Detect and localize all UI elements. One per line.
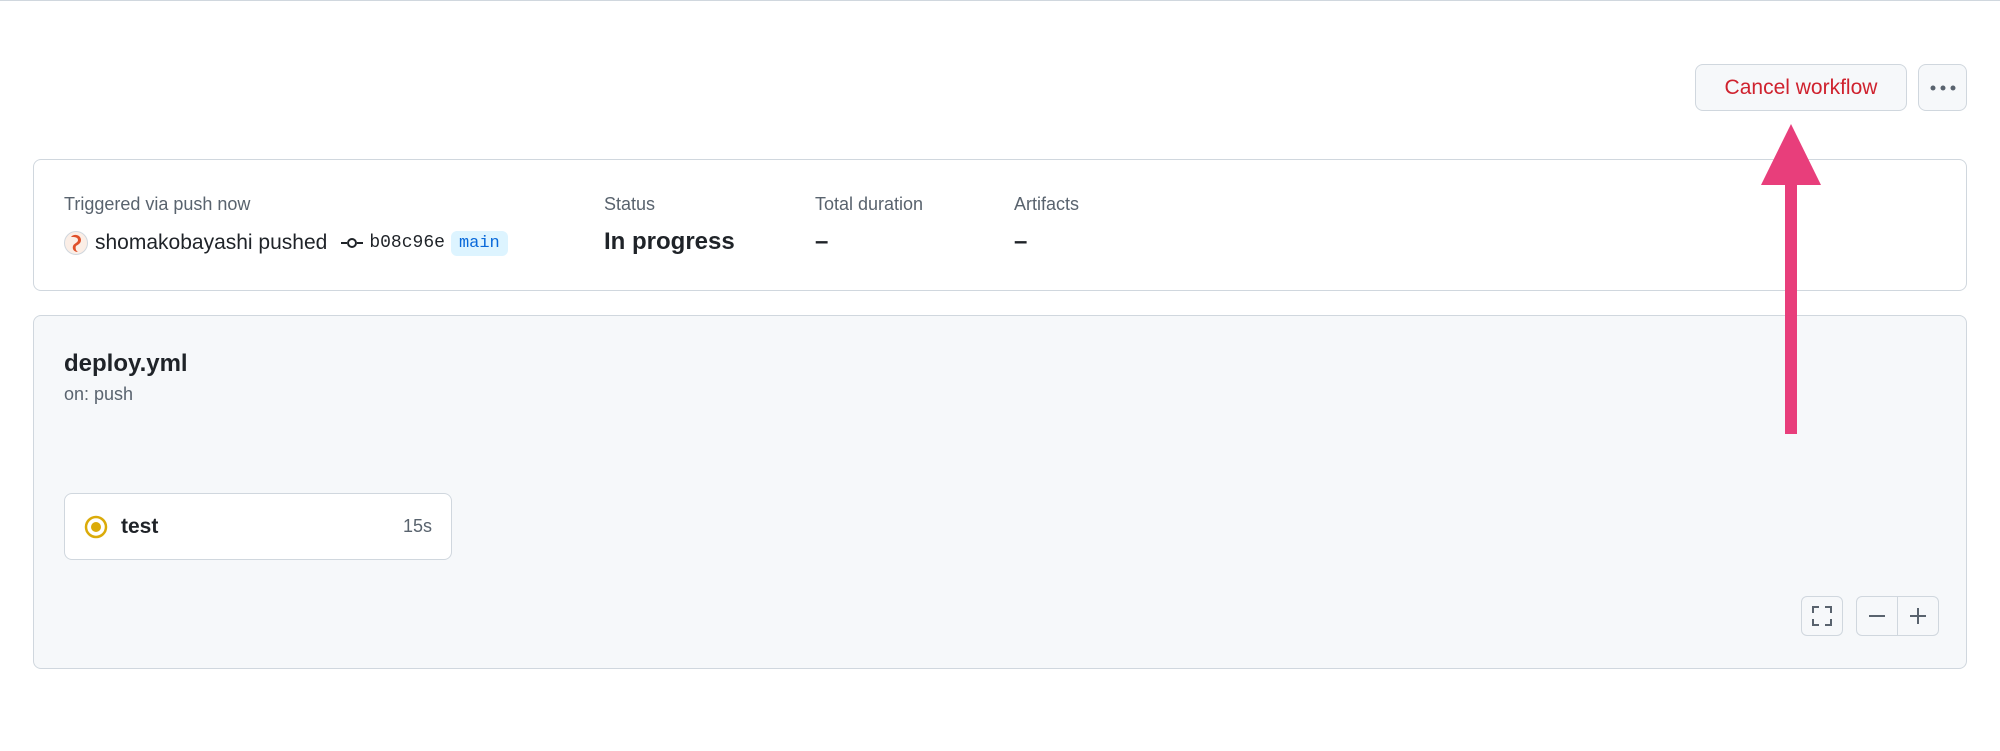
avatar[interactable] bbox=[64, 231, 88, 255]
trigger-label: Triggered via push now bbox=[64, 194, 251, 214]
trigger-details: shomakobayashi pushed b08c96e main bbox=[64, 228, 508, 258]
run-summary-card: Triggered via push now shomakobayashi pu… bbox=[33, 159, 1967, 291]
zoom-out-icon bbox=[1869, 615, 1885, 617]
cancel-workflow-button[interactable]: Cancel workflow bbox=[1695, 64, 1907, 111]
kebab-icon bbox=[1930, 85, 1955, 90]
job-duration: 15s bbox=[402, 516, 432, 536]
status-label: Status bbox=[604, 194, 656, 214]
fullscreen-icon bbox=[1812, 606, 1832, 626]
actor-link[interactable]: shomakobayashi pushed bbox=[95, 231, 327, 255]
zoom-in-icon bbox=[1910, 608, 1926, 624]
job-name: test bbox=[121, 514, 159, 538]
in-progress-icon bbox=[84, 515, 108, 539]
workflow-trigger: on: push bbox=[64, 384, 134, 404]
annotation-arrow bbox=[1761, 124, 1821, 434]
duration-label: Total duration bbox=[815, 194, 924, 214]
status-value: In progress bbox=[604, 228, 735, 255]
workflow-graph: deploy.yml on: push test 15s bbox=[33, 315, 1967, 669]
duration-value: – bbox=[815, 228, 829, 255]
artifacts-value: – bbox=[1014, 228, 1028, 255]
workflow-name: deploy.yml bbox=[64, 350, 188, 377]
branch-badge[interactable]: main bbox=[450, 230, 508, 256]
zoom-out-button[interactable] bbox=[1856, 596, 1898, 636]
top-divider bbox=[0, 0, 2000, 1]
more-options-button[interactable] bbox=[1918, 64, 1967, 111]
zoom-in-button[interactable] bbox=[1897, 596, 1939, 636]
commit-icon bbox=[341, 236, 364, 250]
artifacts-label: Artifacts bbox=[1014, 194, 1080, 214]
commit-sha-link[interactable]: b08c96e bbox=[369, 233, 445, 253]
job-card[interactable]: test 15s bbox=[64, 493, 452, 560]
fullscreen-button[interactable] bbox=[1801, 596, 1843, 636]
